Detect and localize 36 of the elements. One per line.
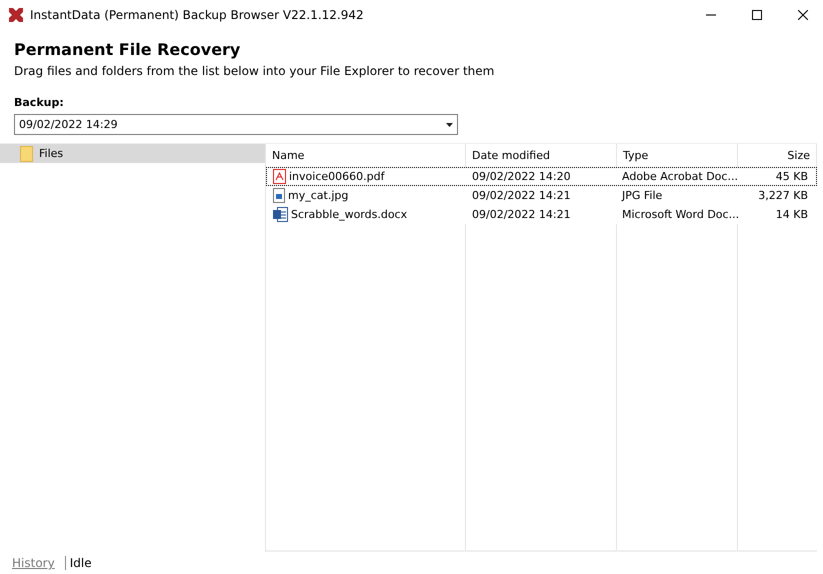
date-cell-text: 09/02/2022 14:21 <box>471 189 572 202</box>
history-link[interactable]: History <box>12 556 66 570</box>
file-row[interactable]: my_cat.jpg 09/02/2022 14:21 JPG File 3,227 KB <box>266 186 817 205</box>
maximize-icon[interactable] <box>752 10 762 20</box>
page-heading: Permanent File Recovery <box>14 40 242 61</box>
status-text: Idle <box>68 556 92 570</box>
image-file-icon <box>273 188 285 203</box>
type-cell-text: Microsoft Word Doc... <box>621 208 736 221</box>
column-header[interactable]: Name <box>266 144 466 167</box>
folder-icon <box>20 146 33 162</box>
file-name: invoice00660.pdf <box>289 170 384 183</box>
file-name: my_cat.jpg <box>288 189 348 202</box>
window-title: InstantData (Permanent) Backup Browser V22.1.12.942 <box>30 8 364 22</box>
column-header[interactable]: Size <box>738 144 817 167</box>
file-row[interactable]: Scrabble_words.docx 09/02/2022 14:21 Microsoft Word Doc... 14 KB <box>266 205 817 224</box>
backup-label: Backup: <box>14 96 65 109</box>
date-cell-text: 09/02/2022 14:21 <box>471 208 572 221</box>
backup-dropdown[interactable]: 09/02/2022 14:29 <box>14 114 458 135</box>
size-cell-text: 14 KB <box>774 208 809 221</box>
column-header[interactable]: Type <box>617 144 738 167</box>
page-subtitle: Drag files and folders from the list below into your File Explorer to recover them <box>14 64 496 78</box>
size-cell-text: 3,227 KB <box>757 189 809 202</box>
tree-label: Files <box>39 147 64 160</box>
pdf-file-icon <box>273 169 286 184</box>
file-name: Scrabble_words.docx <box>291 208 408 221</box>
tree-item[interactable]: Files <box>0 144 265 163</box>
caret-icon <box>446 122 453 126</box>
column-header[interactable]: Date modified <box>466 144 617 167</box>
close-icon[interactable] <box>798 10 808 20</box>
size-cell-text: 45 KB <box>774 170 809 183</box>
date-cell-text: 09/02/2022 14:20 <box>471 170 572 183</box>
type-cell-text: Adobe Acrobat Doc... <box>621 170 736 183</box>
word-file-icon <box>273 207 288 222</box>
app-logo-icon <box>8 7 24 23</box>
type-cell-text: JPG File <box>620 189 664 202</box>
file-row[interactable]: invoice00660.pdf 09/02/2022 14:20 Adobe Acrobat Doc... 45 KB <box>266 167 817 186</box>
